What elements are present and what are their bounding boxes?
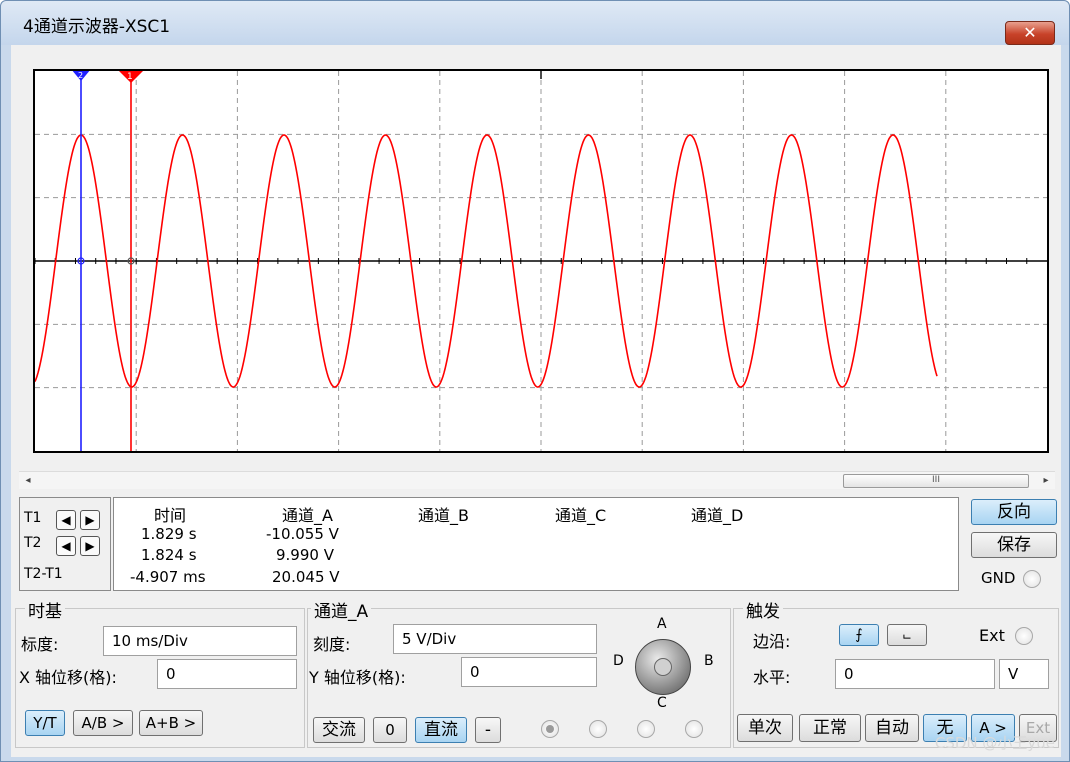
single-trigger-button[interactable]: 单次 xyxy=(737,714,793,742)
gnd-radio[interactable] xyxy=(1023,570,1041,588)
ac-coupling-button[interactable]: 交流 xyxy=(313,717,365,743)
t2-channel-a-value: 9.990 V xyxy=(276,546,334,564)
y-position-field[interactable]: 0 xyxy=(461,657,597,687)
t1-channel-a-value: -10.055 V xyxy=(266,525,339,543)
x-position-field[interactable]: 0 xyxy=(157,659,297,689)
header-channel-c: 通道_C xyxy=(555,506,607,525)
channel-b-radio[interactable] xyxy=(589,720,607,738)
zero-coupling-button[interactable]: 0 xyxy=(373,717,407,743)
oscilloscope-window: 4通道示波器-XSC1 ✕ 2 1 ◂ III ▸ T1 T2 T2-T1 ◀ … xyxy=(0,0,1070,762)
apb-mode-button[interactable]: A+B > xyxy=(139,710,203,736)
falling-edge-icon[interactable]: ⨽ xyxy=(887,624,927,646)
t2t1-channel-a-value: 20.045 V xyxy=(272,568,340,586)
t2t1-time-value: -4.907 ms xyxy=(130,568,206,586)
header-channel-b: 通道_B xyxy=(418,506,469,525)
cursor-controls: T1 T2 T2-T1 ◀ ▶ ◀ ▶ xyxy=(19,497,111,591)
t2-time-value: 1.824 s xyxy=(141,546,197,564)
normal-trigger-button[interactable]: 正常 xyxy=(799,714,861,742)
scope-display[interactable]: 2 1 xyxy=(33,69,1049,453)
t1-time-value: 1.829 s xyxy=(141,525,197,543)
timebase-scale-field[interactable]: 10 ms/Div xyxy=(103,626,297,656)
t2-right-button[interactable]: ▶ xyxy=(80,536,100,556)
yt-mode-button[interactable]: Y/T xyxy=(25,710,65,736)
knob-label-a: A xyxy=(657,616,667,632)
t2-label: T2 xyxy=(24,535,42,551)
channel-d-radio[interactable] xyxy=(685,720,703,738)
knob-label-d: D xyxy=(613,653,624,669)
scope-svg: 2 1 xyxy=(35,71,1047,451)
grid xyxy=(35,71,1047,451)
scroll-left-icon[interactable]: ◂ xyxy=(19,472,37,490)
level-field[interactable]: 0 xyxy=(835,659,995,689)
level-unit-field[interactable]: V xyxy=(999,659,1049,689)
knob-label-c: C xyxy=(657,695,667,711)
channel-select-knob[interactable] xyxy=(635,639,691,695)
rising-edge-icon[interactable]: ⨍ xyxy=(839,624,879,646)
channel-scale-field[interactable]: 5 V/Div xyxy=(393,624,597,654)
reverse-button[interactable]: 反向 xyxy=(971,499,1057,525)
auto-trigger-button[interactable]: 自动 xyxy=(865,714,919,742)
dc-coupling-button[interactable]: 直流 xyxy=(415,717,467,743)
window-title: 4通道示波器-XSC1 xyxy=(23,17,171,37)
cursor-t2-marker-label: 2 xyxy=(78,71,83,80)
t2-left-button[interactable]: ◀ xyxy=(56,536,76,556)
save-button[interactable]: 保存 xyxy=(971,532,1057,558)
t1-right-button[interactable]: ▶ xyxy=(80,510,100,530)
horizontal-scrollbar[interactable]: ◂ III ▸ xyxy=(19,471,1055,489)
channel-a-radio[interactable] xyxy=(541,720,559,738)
close-button[interactable]: ✕ xyxy=(1005,21,1055,45)
trigger-group-label: 触发 xyxy=(743,597,783,622)
timebase-scale-label: 标度: xyxy=(21,635,59,654)
channel-group-label: 通道_A xyxy=(311,597,372,622)
invert-button[interactable]: - xyxy=(475,717,501,743)
channel-scale-label: 刻度: xyxy=(313,635,351,654)
t1-label: T1 xyxy=(24,510,42,526)
y-position-label: Y 轴位移(格): xyxy=(309,668,406,687)
knob-center xyxy=(654,658,672,676)
scroll-right-icon[interactable]: ▸ xyxy=(1037,472,1055,490)
t1-left-button[interactable]: ◀ xyxy=(56,510,76,530)
scroll-thumb[interactable]: III xyxy=(843,474,1029,488)
x-position-label: X 轴位移(格): xyxy=(19,668,117,687)
title-bar: 4通道示波器-XSC1 ✕ xyxy=(1,1,1069,45)
timebase-group-label: 时基 xyxy=(25,597,65,622)
gnd-label: GND xyxy=(981,569,1016,587)
watermark: CSDN @小王yue xyxy=(934,734,1055,752)
header-channel-d: 通道_D xyxy=(691,506,744,525)
header-time: 时间 xyxy=(154,506,187,525)
channel-c-radio[interactable] xyxy=(637,720,655,738)
measurement-readout: 时间 通道_A 通道_B 通道_C 通道_D 1.829 s -10.055 V… xyxy=(113,497,959,591)
ext-trigger-label: Ext xyxy=(979,626,1005,645)
knob-label-b: B xyxy=(704,653,714,669)
edge-label: 边沿: xyxy=(753,632,791,651)
ext-trigger-radio[interactable] xyxy=(1015,627,1033,645)
level-label: 水平: xyxy=(753,668,791,687)
header-channel-a: 通道_A xyxy=(282,506,333,525)
cursor-t1-marker-label: 1 xyxy=(127,72,133,82)
t2t1-label: T2-T1 xyxy=(24,566,63,582)
ab-mode-button[interactable]: A/B > xyxy=(73,710,133,736)
